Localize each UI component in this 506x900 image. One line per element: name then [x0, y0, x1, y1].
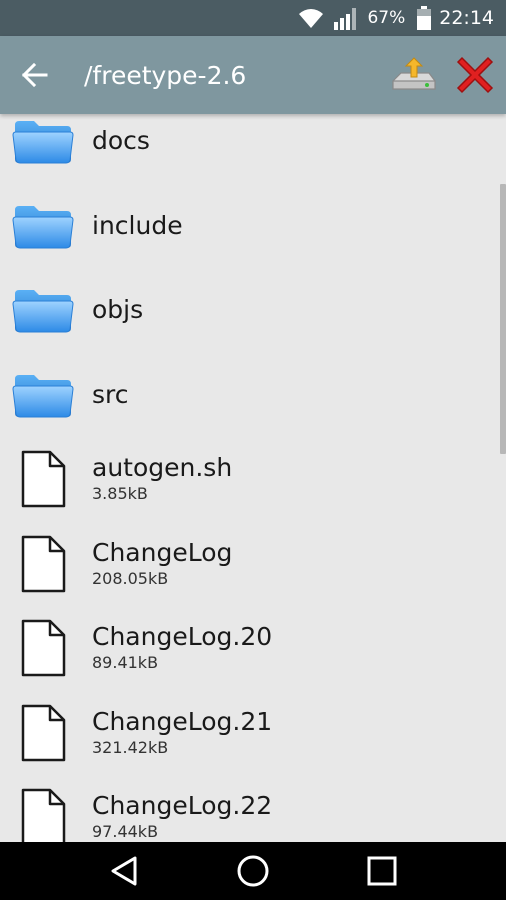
folder-row[interactable]: src: [0, 353, 506, 438]
row-text: docs: [86, 126, 150, 156]
nav-recents-button[interactable]: [352, 842, 412, 900]
status-bar: 67% 22:14: [0, 0, 506, 36]
file-name: ChangeLog.21: [92, 706, 273, 736]
navigation-bar: [0, 842, 506, 900]
file-row[interactable]: ChangeLog.22 97.44kB: [0, 775, 506, 842]
file-size: 3.85kB: [92, 484, 148, 504]
file-name: objs: [92, 295, 144, 325]
row-text: src: [86, 380, 129, 410]
home-circle-icon: [237, 855, 269, 887]
nav-back-button[interactable]: [94, 842, 154, 900]
file-name: include: [92, 210, 183, 240]
file-name: docs: [92, 126, 150, 156]
file-row[interactable]: ChangeLog 208.05kB: [0, 522, 506, 607]
folder-icon: [0, 184, 86, 268]
file-row[interactable]: ChangeLog.20 89.41kB: [0, 606, 506, 691]
folder-row[interactable]: docs: [0, 114, 506, 184]
file-icon: [0, 606, 86, 690]
file-icon: [0, 691, 86, 775]
folder-icon: [0, 353, 86, 437]
file-name: ChangeLog: [92, 537, 233, 567]
file-icon: [0, 775, 86, 842]
row-text: include: [86, 211, 183, 241]
battery-percent: 67%: [367, 8, 406, 28]
file-name: ChangeLog.20: [92, 622, 273, 652]
back-triangle-icon: [111, 856, 137, 886]
file-row[interactable]: autogen.sh 3.85kB: [0, 437, 506, 522]
file-size: 97.44kB: [92, 822, 159, 842]
close-icon: [456, 56, 494, 94]
scrollbar[interactable]: [500, 184, 506, 454]
install-icon: [392, 57, 436, 90]
row-text: ChangeLog.21 321.42kB: [86, 707, 272, 759]
recents-square-icon: [367, 856, 397, 886]
back-arrow-icon: [22, 63, 48, 87]
clock: 22:14: [439, 7, 494, 29]
back-button[interactable]: [0, 36, 70, 114]
battery-icon: [417, 6, 432, 30]
file-icon: [0, 437, 86, 521]
folder-row[interactable]: include: [0, 184, 506, 269]
file-list-items: docs include objs src autogen.sh 3.85kB Change…: [0, 114, 506, 842]
row-text: ChangeLog 208.05kB: [86, 538, 232, 590]
file-name: src: [92, 379, 129, 409]
file-size: 89.41kB: [92, 653, 159, 673]
file-list[interactable]: docs include objs src autogen.sh 3.85kB Change…: [0, 114, 506, 842]
file-icon: [0, 522, 86, 606]
file-name: ChangeLog.22: [92, 791, 273, 821]
nav-home-button[interactable]: [223, 842, 283, 900]
signal-icon: [333, 6, 359, 30]
app-bar: /freetype-2.6: [0, 36, 506, 114]
file-row[interactable]: ChangeLog.21 321.42kB: [0, 691, 506, 776]
folder-row[interactable]: objs: [0, 268, 506, 353]
wifi-icon: [297, 7, 325, 29]
install-button[interactable]: [382, 36, 444, 114]
close-button[interactable]: [444, 36, 506, 114]
row-text: autogen.sh 3.85kB: [86, 453, 232, 505]
row-text: ChangeLog.22 97.44kB: [86, 791, 272, 842]
folder-icon: [0, 114, 86, 183]
file-size: 208.05kB: [92, 568, 169, 588]
current-path-title: /freetype-2.6: [84, 60, 247, 90]
folder-icon: [0, 268, 86, 352]
file-size: 321.42kB: [92, 737, 169, 757]
row-text: ChangeLog.20 89.41kB: [86, 622, 272, 674]
row-text: objs: [86, 295, 143, 325]
file-name: autogen.sh: [92, 453, 233, 483]
